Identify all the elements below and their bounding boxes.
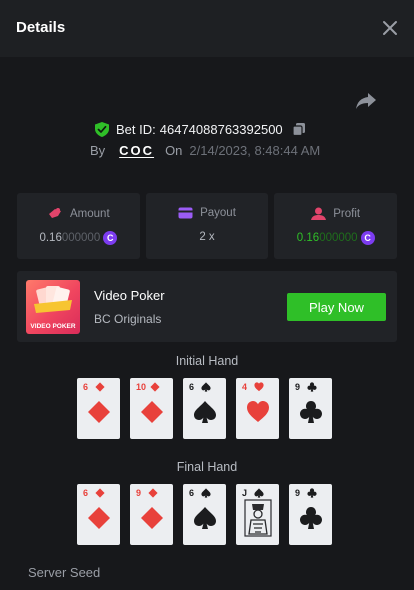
initial-hand: 6 10 6 4 9 (77, 378, 332, 439)
diamond-icon (88, 507, 110, 529)
playing-card: 10 (130, 378, 173, 439)
spade-icon (201, 382, 211, 392)
diamond-icon (141, 507, 163, 529)
initial-hand-title: Initial Hand (175, 354, 239, 368)
game-name: Video Poker (94, 288, 165, 303)
spade-icon (254, 488, 264, 498)
spade-icon (201, 488, 211, 498)
coin-icon: C (103, 231, 118, 245)
bet-id-value: 46474088763392500 (159, 121, 283, 137)
on-label: On (165, 143, 183, 158)
spade-icon (194, 401, 216, 423)
profit-value-dim: 000000 (319, 232, 358, 244)
payout-value: 2 x (199, 231, 215, 243)
diamond-icon (88, 401, 110, 423)
coin-icon: C (360, 231, 375, 245)
diamond-icon (148, 488, 158, 498)
card-rank: 9 (136, 488, 142, 498)
profit-label: Profit (333, 207, 361, 220)
club-icon (300, 507, 322, 529)
playing-card: 6 (77, 378, 120, 439)
modal-header: Details (0, 0, 414, 57)
playing-card: J (236, 484, 279, 545)
play-now-button[interactable]: Play Now (287, 293, 386, 321)
thumbnail-label: VIDEO POKER (30, 323, 76, 330)
stat-profit: Profit 0.16 000000 C (274, 193, 398, 259)
game-thumbnail[interactable]: VIDEO POKER (26, 280, 80, 334)
heart-icon (247, 401, 269, 422)
stat-amount: Amount 0.16 000000 C (17, 193, 140, 259)
payout-label: Payout (200, 207, 236, 219)
jack-face-icon (244, 499, 272, 537)
amount-value-main: 0.16 (39, 232, 62, 244)
club-icon (300, 401, 322, 423)
verified-shield-icon (95, 121, 109, 137)
card-rank: 6 (189, 382, 195, 392)
card-rank: 6 (83, 488, 89, 498)
card-rank: 9 (295, 382, 301, 392)
playing-card: 9 (289, 484, 332, 545)
wallet-icon (178, 207, 193, 219)
playing-card: 6 (183, 484, 226, 545)
final-hand-title: Final Hand (176, 460, 238, 474)
final-hand: 6 9 6 J 9 (77, 484, 332, 545)
bet-datetime: 2/14/2023, 8:48:44 AM (189, 143, 321, 158)
bet-stats: Amount 0.16 000000 C Payout 2 x Profit 0… (17, 193, 398, 259)
playing-card: 9 (289, 378, 332, 439)
diamond-icon (150, 382, 160, 392)
diamond-icon (141, 401, 163, 423)
username-link[interactable]: COC (119, 143, 154, 158)
stat-payout: Payout 2 x (145, 193, 269, 259)
club-icon (307, 382, 317, 392)
server-seed-label: Server Seed (28, 565, 101, 580)
card-rank: 10 (136, 382, 147, 392)
card-rank: 9 (295, 488, 301, 498)
card-rank: 6 (189, 488, 195, 498)
copy-icon[interactable] (292, 122, 306, 136)
amount-icon (49, 208, 62, 218)
card-rank: 4 (242, 382, 248, 392)
card-rank: J (242, 488, 248, 498)
by-label: By (90, 143, 106, 158)
modal-title: Details (16, 19, 66, 36)
amount-value-dim: 000000 (61, 232, 101, 244)
club-icon (307, 488, 317, 498)
playing-card: 4 (236, 378, 279, 439)
playing-card: 6 (183, 378, 226, 439)
playing-card: 6 (77, 484, 120, 545)
card-rank: 6 (83, 382, 89, 392)
game-card: VIDEO POKER Video Poker BC Originals Pla… (17, 271, 397, 342)
bet-id-label: Bet ID: (116, 121, 156, 137)
cards-fan-icon (34, 286, 72, 313)
profit-icon (311, 207, 327, 220)
spade-icon (194, 507, 216, 529)
share-icon[interactable] (355, 91, 377, 111)
diamond-icon (95, 382, 105, 392)
heart-icon (254, 382, 264, 392)
close-icon[interactable] (380, 18, 400, 38)
profit-value-main: 0.16 (296, 232, 320, 244)
game-provider: BC Originals (94, 312, 162, 326)
amount-label: Amount (70, 207, 110, 220)
bet-meta-row: By COC On 2/14/2023, 8:48:44 AM (90, 143, 320, 158)
playing-card: 9 (130, 484, 173, 545)
bet-id-row: Bet ID: 46474088763392500 (95, 120, 306, 138)
diamond-icon (95, 488, 105, 498)
